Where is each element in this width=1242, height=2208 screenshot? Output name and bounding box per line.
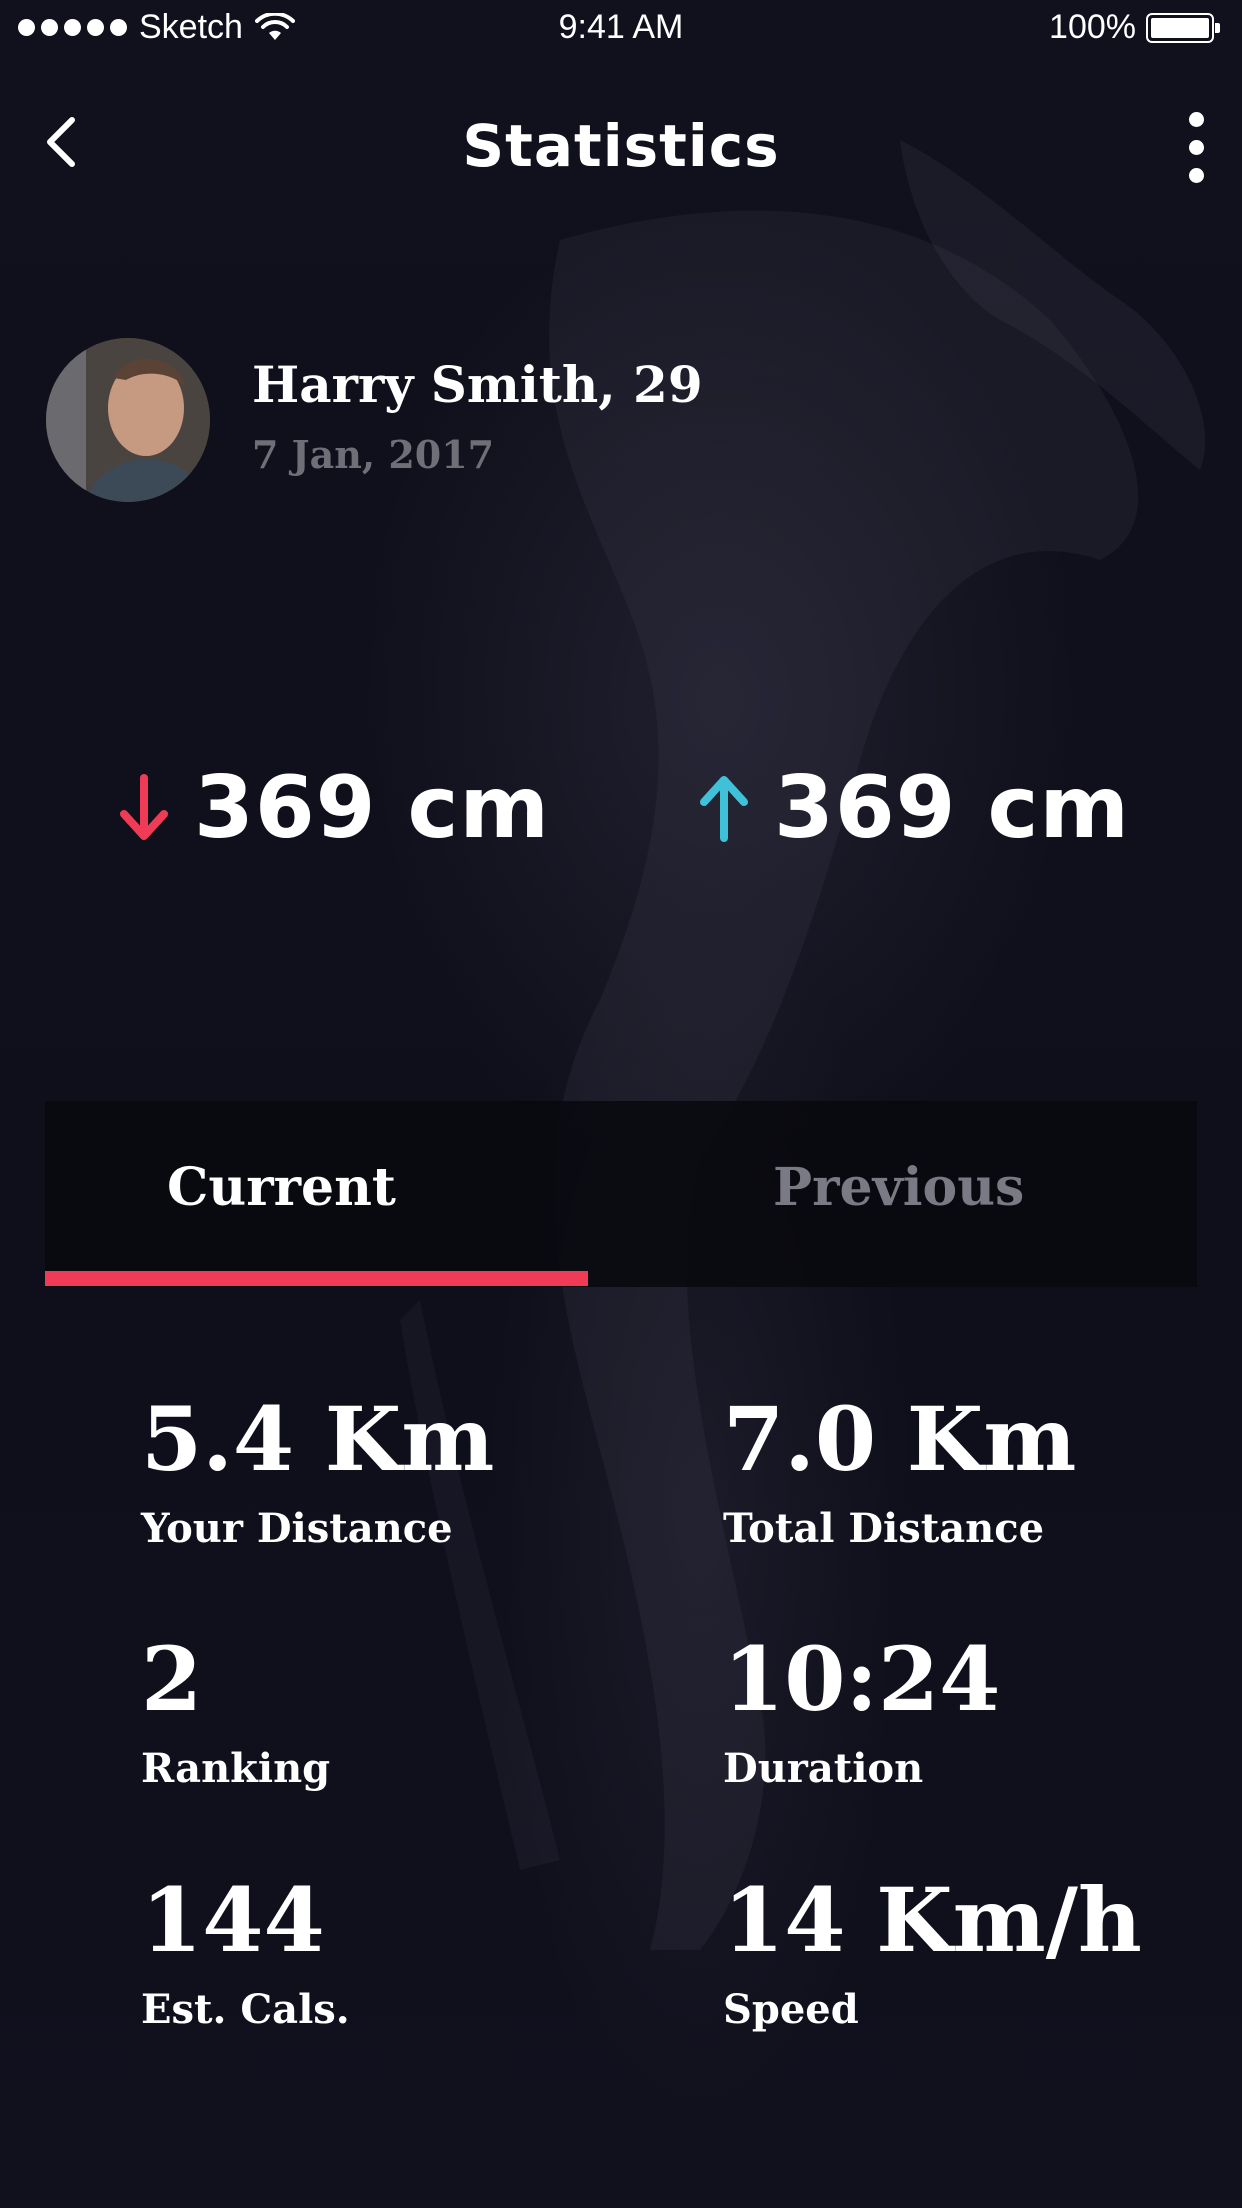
stat-ranking: 2 Ranking [141, 1635, 330, 1792]
stat-label: Your Distance [141, 1505, 453, 1552]
profile-name: Harry Smith, 29 [252, 355, 703, 414]
tab-label: Previous [773, 1157, 1025, 1218]
stat-label: Ranking [141, 1745, 331, 1792]
active-tab-indicator [45, 1271, 588, 1286]
tab-bar: Current Previous [45, 1101, 1197, 1287]
battery-percentage: 100% [1049, 8, 1136, 46]
stat-value: 7.0 Km [723, 1387, 1077, 1491]
measure-up: 369 cm [696, 758, 1130, 858]
tab-previous[interactable]: Previous [621, 1101, 1197, 1287]
tab-current[interactable]: Current [45, 1101, 621, 1287]
measure-value: 369 cm [774, 758, 1131, 858]
stat-speed: 14 Km/h Speed [723, 1876, 1142, 2033]
stat-value: 10:24 [723, 1627, 1001, 1731]
avatar[interactable] [46, 338, 210, 502]
status-bar: Sketch 9:41 AM 100% [0, 0, 1242, 60]
arrow-up-icon [700, 776, 748, 842]
arrow-down-icon [120, 774, 168, 840]
page-title: Statistics [462, 112, 780, 180]
stat-label: Speed [723, 1986, 859, 2033]
tab-label: Current [167, 1157, 396, 1218]
stat-value: 2 [141, 1627, 203, 1731]
stat-total-distance: 7.0 Km Total Distance [723, 1395, 1076, 1552]
measure-value: 369 cm [194, 758, 551, 858]
battery-icon [1146, 12, 1220, 43]
stat-your-distance: 5.4 Km Your Distance [141, 1395, 494, 1552]
stat-duration: 10:24 Duration [723, 1635, 1000, 1792]
stat-value: 14 Km/h [723, 1868, 1142, 1972]
profile-date: 7 Jan, 2017 [252, 432, 495, 477]
stat-label: Est. Cals. [141, 1986, 350, 2033]
stat-est-cals: 144 Est. Cals. [141, 1876, 350, 2033]
stat-label: Duration [723, 1745, 924, 1792]
stat-label: Total Distance [723, 1505, 1045, 1552]
stat-value: 144 [141, 1868, 325, 1972]
measure-down: 369 cm [116, 758, 550, 858]
more-vertical-icon[interactable] [1176, 112, 1216, 186]
stat-value: 5.4 Km [141, 1387, 495, 1491]
